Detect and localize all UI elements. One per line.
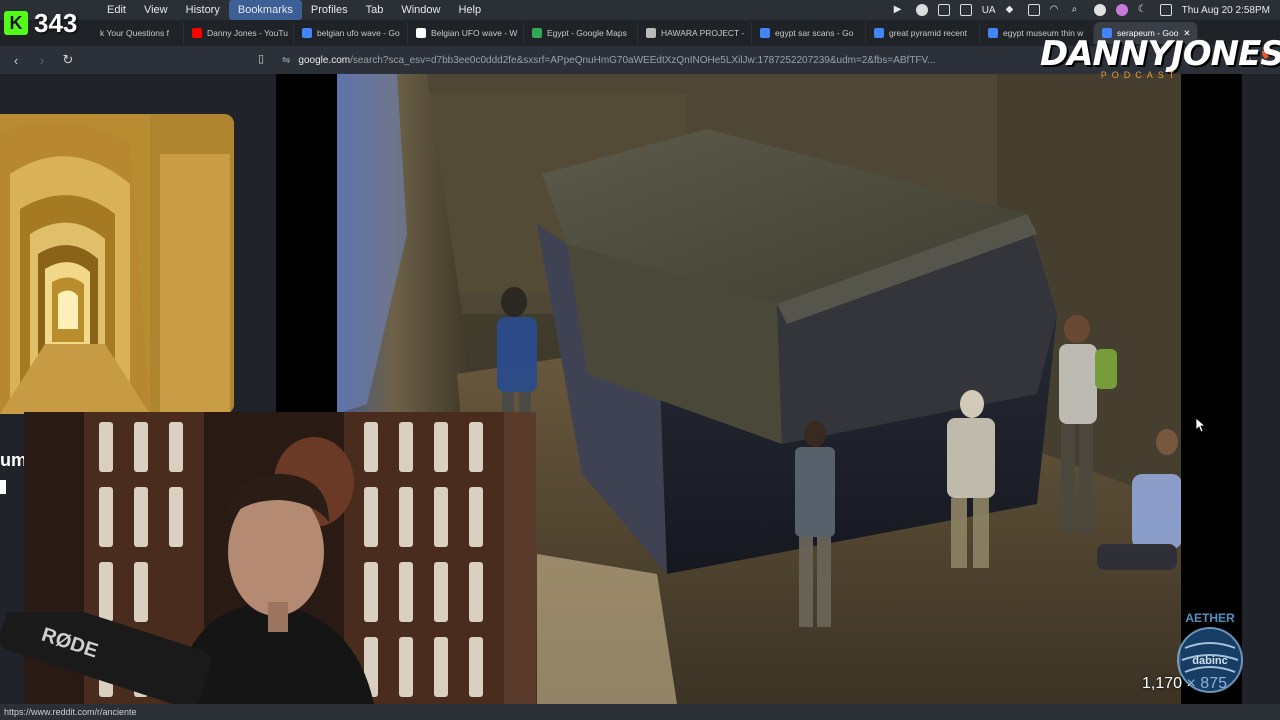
- watermark-top-text: AETHER: [1185, 611, 1235, 625]
- search-icon[interactable]: ⌕: [1072, 4, 1084, 16]
- menu-profiles[interactable]: Profiles: [302, 0, 357, 20]
- battery-icon[interactable]: [1027, 4, 1040, 16]
- tab-belgian-ufo-google[interactable]: belgian ufo wave - Go: [294, 22, 408, 44]
- maps-pin-icon: [532, 28, 542, 38]
- podcast-name: DANNYJONES: [1040, 34, 1280, 74]
- back-icon[interactable]: ‹: [6, 50, 26, 70]
- tab-hawara[interactable]: HAWARA PROJECT -: [638, 22, 752, 44]
- viewer-count: 343: [34, 7, 78, 38]
- bookmark-icon[interactable]: ▯: [258, 52, 270, 66]
- tab-label: great pyramid recent: [889, 28, 967, 38]
- menubar: Edit View History Bookmarks Profiles Tab…: [0, 0, 1280, 20]
- google-icon: [874, 28, 884, 38]
- tab-label: HAWARA PROJECT -: [661, 28, 745, 38]
- result-title-fragment[interactable]: um: [0, 450, 27, 471]
- menu-view[interactable]: View: [135, 0, 177, 20]
- tab-great-pyramid[interactable]: great pyramid recent: [866, 22, 980, 44]
- screen-record-icon[interactable]: [937, 4, 950, 16]
- tab-questions[interactable]: k Your Questions f: [92, 22, 184, 44]
- menu-window[interactable]: Window: [392, 0, 449, 20]
- url-path: /search?sca_esv=d7bb3ee0c0ddd2fe&sxsrf=A…: [350, 54, 936, 66]
- menu-list: Edit View History Bookmarks Profiles Tab…: [98, 0, 490, 20]
- siri-icon[interactable]: [1115, 4, 1128, 16]
- aether-watermark-logo: AETHER dabinc: [1177, 611, 1243, 693]
- site-settings-icon[interactable]: ⇋: [282, 55, 290, 66]
- obs-icon[interactable]: [915, 4, 928, 16]
- google-icon: [302, 28, 312, 38]
- menu-bookmarks[interactable]: Bookmarks: [228, 0, 302, 20]
- forward-icon[interactable]: ›: [32, 50, 52, 70]
- microphone: RØDE: [0, 612, 212, 709]
- control-center-icon[interactable]: [1093, 4, 1106, 16]
- menu-tab[interactable]: Tab: [357, 0, 393, 20]
- tab-label: k Your Questions f: [100, 28, 169, 38]
- tab-egypt-maps[interactable]: Egypt - Google Maps: [524, 22, 638, 44]
- youtube-icon: [192, 28, 202, 38]
- kick-viewer-badge: K 343: [0, 3, 92, 43]
- mouse-cursor-icon: [1196, 418, 1206, 432]
- hover-link-url: https://www.reddit.com/r/anciente: [4, 707, 137, 717]
- kick-logo: K: [4, 11, 28, 35]
- status-icons: ▶ UA ◆ ◠ ⌕ ☾ Thu Aug 20 2:58PM: [894, 0, 1270, 20]
- result-text-fragment: [0, 480, 6, 494]
- controls-icon[interactable]: [1159, 4, 1172, 16]
- tab-label: Belgian UFO wave - W: [431, 28, 518, 38]
- tab-youtube[interactable]: Danny Jones - YouTu: [184, 22, 294, 44]
- menu-edit[interactable]: Edit: [98, 0, 135, 20]
- diamond-icon[interactable]: ◆: [1006, 4, 1018, 16]
- moon-icon[interactable]: ☾: [1138, 4, 1150, 16]
- tab-belgian-ufo-wiki[interactable]: Belgian UFO wave - W: [408, 22, 524, 44]
- url-host: google.com: [298, 54, 351, 66]
- result-thumbnail[interactable]: [0, 114, 234, 414]
- tab-label: egypt sar scans - Go: [775, 28, 854, 38]
- site-icon: [646, 28, 656, 38]
- google-icon: [760, 28, 770, 38]
- input-source-label[interactable]: UA: [982, 5, 996, 16]
- clock[interactable]: Thu Aug 20 2:58PM: [1182, 5, 1270, 16]
- wifi-icon[interactable]: ◠: [1050, 4, 1062, 16]
- google-icon: [988, 28, 998, 38]
- menu-history[interactable]: History: [177, 0, 229, 20]
- tab-egypt-sar[interactable]: egypt sar scans - Go: [752, 22, 866, 44]
- tab-label: belgian ufo wave - Go: [317, 28, 400, 38]
- tab-label: Danny Jones - YouTu: [207, 28, 288, 38]
- reload-icon[interactable]: ↻: [58, 50, 78, 70]
- display-icon[interactable]: [959, 4, 972, 16]
- watermark-mid-text: dabinc: [1192, 655, 1227, 667]
- tab-label: Egypt - Google Maps: [547, 28, 627, 38]
- wikipedia-icon: [416, 28, 426, 38]
- podcast-logo: DANNYJONES PODCAST: [1040, 34, 1280, 94]
- menu-help[interactable]: Help: [449, 0, 490, 20]
- play-icon[interactable]: ▶: [894, 4, 906, 16]
- address-bar[interactable]: ⇋ google.com /search?sca_esv=d7bb3ee0c0d…: [282, 50, 982, 70]
- link-status-bar: https://www.reddit.com/r/anciente: [0, 704, 1280, 720]
